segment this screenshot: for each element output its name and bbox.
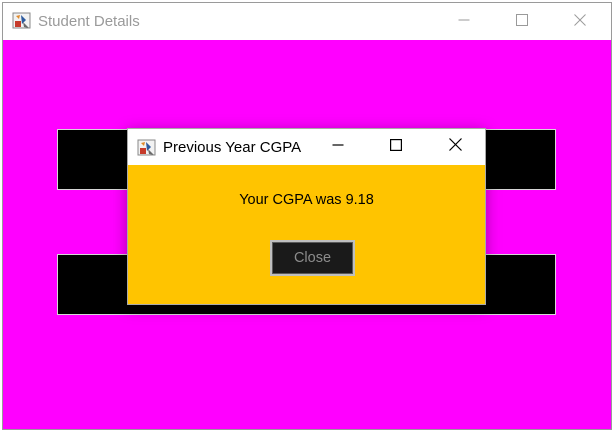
- cgpa-dialog: Previous Year CGPA Your CGPA was 9.18 Cl…: [127, 128, 486, 305]
- dialog-close-window-button[interactable]: [432, 129, 478, 165]
- minimize-button[interactable]: [441, 3, 487, 40]
- window-close-button[interactable]: [557, 3, 603, 40]
- java-app-icon: [12, 11, 32, 31]
- maximize-icon: [516, 13, 528, 31]
- close-button[interactable]: Close: [270, 240, 355, 276]
- dialog-maximize-button[interactable]: [373, 129, 419, 165]
- java-app-icon: [137, 138, 157, 158]
- main-window-title: Student Details: [38, 13, 140, 30]
- dialog-body: Your CGPA was 9.18 Close: [128, 165, 485, 304]
- dialog-titlebar[interactable]: Previous Year CGPA: [128, 129, 485, 165]
- dialog-minimize-button[interactable]: [315, 129, 361, 165]
- main-titlebar[interactable]: Student Details: [3, 3, 611, 40]
- maximize-button[interactable]: [499, 3, 545, 40]
- minimize-icon: [458, 13, 470, 31]
- cgpa-message: Your CGPA was 9.18: [239, 192, 374, 208]
- close-icon: [574, 13, 586, 31]
- dialog-title: Previous Year CGPA: [163, 139, 302, 156]
- close-icon: [448, 138, 462, 156]
- maximize-icon: [390, 138, 403, 156]
- minimize-icon: [332, 138, 344, 156]
